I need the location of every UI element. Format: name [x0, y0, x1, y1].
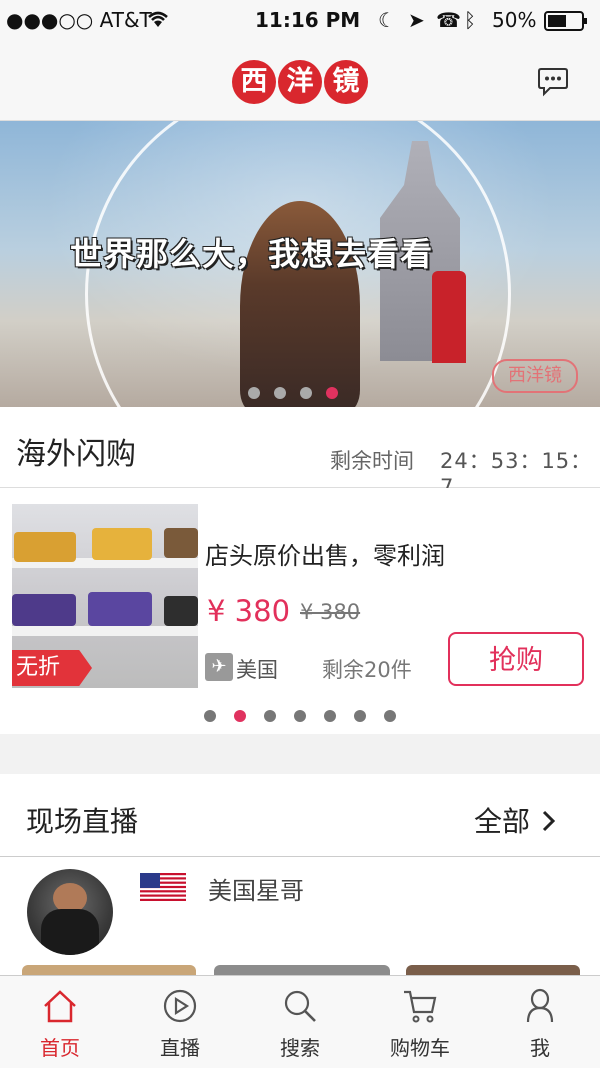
- battery-percent: 50%: [492, 8, 537, 32]
- product-origin: 美国: [236, 658, 278, 682]
- pagination-dot[interactable]: [248, 387, 260, 399]
- shelf: [12, 626, 198, 636]
- view-all-label: 全部: [474, 805, 531, 838]
- bag: [164, 528, 198, 558]
- product-price: ¥ 380: [207, 594, 291, 628]
- logo-char: 西: [232, 60, 276, 104]
- view-all-link[interactable]: 全部: [474, 800, 559, 840]
- pagination-dot[interactable]: [294, 710, 306, 722]
- bag: [12, 594, 76, 626]
- tab-cart[interactable]: 购物车: [360, 976, 480, 1068]
- pagination-dot-active[interactable]: [326, 387, 338, 399]
- carrier-text: ●●●○○ AT&T: [6, 8, 152, 32]
- flash-sale-header: 海外闪购 剩余时间 24：53：15：7: [0, 407, 600, 499]
- app-logo: 西 洋 镜: [232, 60, 368, 104]
- wifi-icon: [146, 9, 170, 34]
- flash-sale-title: 海外闪购: [16, 437, 136, 472]
- tab-label: 首页: [40, 1036, 80, 1060]
- live-header: 现场直播 全部: [0, 774, 600, 857]
- us-flag-icon: [140, 873, 186, 901]
- avatar[interactable]: [27, 869, 113, 955]
- chevron-right-icon: [542, 810, 556, 832]
- battery-icon: [544, 10, 590, 37]
- tab-label: 购物车: [390, 1036, 450, 1060]
- pagination-dot[interactable]: [384, 710, 396, 722]
- banner-slogan: 世界那么大，我想去看看: [70, 235, 434, 273]
- logo-char: 镜: [324, 60, 368, 104]
- bag: [88, 592, 152, 626]
- pagination-dot[interactable]: [274, 387, 286, 399]
- discount-tag: 无折: [12, 650, 92, 686]
- section-divider: [0, 734, 600, 774]
- search-icon: [284, 990, 316, 1022]
- tab-me[interactable]: 我: [480, 976, 600, 1068]
- play-icon: [163, 989, 197, 1023]
- banner-watermark: 西洋镜: [492, 359, 578, 393]
- bluetooth-icon: ᛒ: [464, 8, 476, 32]
- tab-live[interactable]: 直播: [120, 976, 240, 1068]
- location-icon: ➤: [408, 8, 425, 32]
- stock-remaining: 剩余20件: [322, 658, 412, 682]
- tab-bar: 首页 直播 搜索 购物车 我: [0, 975, 600, 1068]
- banner-pagination[interactable]: [248, 387, 338, 399]
- bag: [14, 532, 76, 562]
- moon-icon: ☾: [378, 8, 396, 32]
- status-bar: ●●●○○ AT&T 11:16 PM ☾ ➤ ☎ ᛒ 50%: [0, 0, 600, 40]
- product-name[interactable]: 店头原价出售，零利润: [205, 536, 445, 571]
- bag: [92, 528, 152, 560]
- tty-icon: ☎: [436, 8, 461, 32]
- home-icon: [44, 990, 76, 1023]
- tab-home[interactable]: 首页: [0, 976, 120, 1068]
- tab-label: 我: [530, 1036, 550, 1060]
- anchor-name: 美国星哥: [208, 877, 304, 905]
- person-icon: [526, 988, 554, 1023]
- pagination-dot[interactable]: [204, 710, 216, 722]
- promo-banner[interactable]: 世界那么大，我想去看看 西洋镜: [0, 121, 600, 407]
- cart-icon: [404, 990, 437, 1023]
- pagination-dot-active[interactable]: [234, 710, 246, 722]
- live-title: 现场直播: [26, 805, 139, 838]
- pagination-dot[interactable]: [324, 710, 336, 722]
- bag: [164, 596, 198, 626]
- clock: 11:16 PM: [255, 8, 361, 32]
- product-card[interactable]: 无折 店头原价出售，零利润 ¥ 380 ¥ 380 ✈ 美国 剩余20件 抢购: [0, 488, 600, 734]
- chat-bubble-icon[interactable]: [536, 64, 570, 98]
- tab-label: 搜索: [280, 1036, 320, 1060]
- product-pagination[interactable]: [204, 710, 396, 722]
- avatar-body: [41, 909, 99, 955]
- app-header: 西 洋 镜: [0, 40, 600, 121]
- airplane-icon: ✈: [205, 653, 233, 681]
- logo-char: 洋: [278, 60, 322, 104]
- pagination-dot[interactable]: [300, 387, 312, 399]
- pagination-dot[interactable]: [264, 710, 276, 722]
- tab-search[interactable]: 搜索: [240, 976, 360, 1068]
- original-price: ¥ 380: [300, 600, 361, 624]
- product-image[interactable]: 无折: [12, 504, 198, 688]
- timer-label: 剩余时间: [330, 449, 414, 473]
- live-stream-item[interactable]: 美国星哥: [0, 857, 600, 977]
- tab-label: 直播: [160, 1036, 200, 1060]
- buy-button[interactable]: 抢购: [448, 632, 584, 686]
- pagination-dot[interactable]: [354, 710, 366, 722]
